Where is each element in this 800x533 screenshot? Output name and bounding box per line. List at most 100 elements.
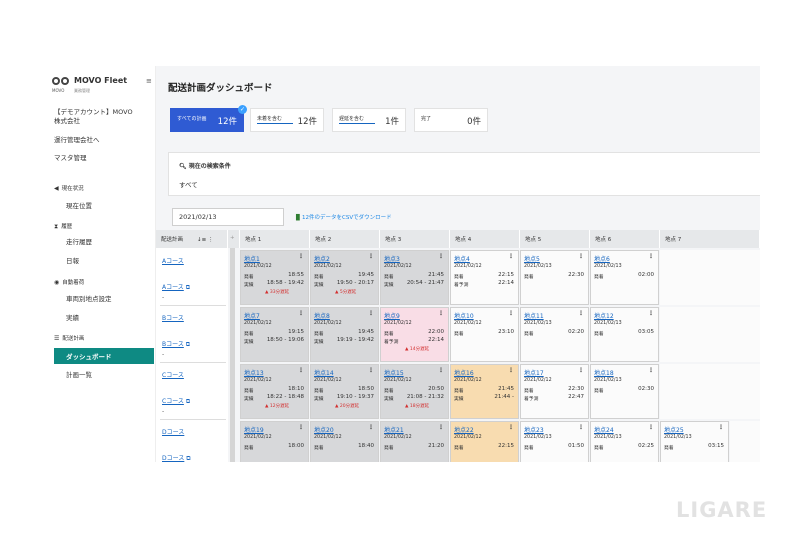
point-cell[interactable]: 地点14 ⋮ 2021/02/12 発着 18:50 実績 19:10 - 19:37 ▲ 2… [310, 364, 379, 419]
point-cell[interactable]: 地点10 ⋮ 2021/02/12 発着 23:10 [450, 307, 519, 362]
point-cell[interactable]: 地点21 ⋮ 2021/02/12 発着 21:20 [380, 421, 449, 462]
point-link[interactable]: 地点15 [384, 368, 404, 377]
more-options-icon[interactable]: ⋮ [298, 310, 304, 317]
point-link[interactable]: 地点5 [524, 254, 540, 263]
more-options-icon[interactable]: ⋮ [578, 367, 584, 374]
point-link[interactable]: 地点19 [244, 425, 264, 434]
sidebar-item-location[interactable]: 現在位置 [66, 202, 92, 211]
point-link[interactable]: 地点18 [594, 368, 614, 377]
point-cell[interactable]: 地点2 ⋮ 2021/02/12 発着 19:45 実績 19:50 - 20:17 ▲ 5分… [310, 250, 379, 305]
point-link[interactable]: 地点9 [384, 311, 400, 320]
more-options-icon[interactable]: ⋮ [648, 424, 654, 431]
tab-not-arrived[interactable]: 未着を含む 12件 [250, 108, 324, 132]
more-options-icon[interactable]: ⋮ [508, 424, 514, 431]
point-link[interactable]: 地点25 [664, 425, 684, 434]
point-cell[interactable]: 地点9 ⋮ 2021/02/12 発着 22:00 着予測 22:14 ▲ 14分遅延 [380, 307, 449, 362]
more-options-icon[interactable]: ⋮ [368, 367, 374, 374]
point-link[interactable]: 地点22 [454, 425, 474, 434]
point-link[interactable]: 地点8 [314, 311, 330, 320]
course-link[interactable]: Bコース [162, 313, 184, 322]
point-cell[interactable]: 地点24 ⋮ 2021/02/13 発着 02:25 [590, 421, 659, 462]
sidebar-item-dashboard[interactable]: ダッシュボード [54, 348, 154, 364]
point-cell[interactable]: 地点17 ⋮ 2021/02/12 発着 22:30 着予測 22:47 [520, 364, 589, 419]
point-link[interactable]: 地点24 [594, 425, 614, 434]
sidebar-section-history[interactable]: ⧗ 履歴 [54, 222, 72, 232]
vehicle-link[interactable]: Aコース ⧉ [162, 282, 190, 292]
point-cell[interactable]: 地点20 ⋮ 2021/02/12 発着 18:40 [310, 421, 379, 462]
more-options-icon[interactable]: ⋮ [368, 424, 374, 431]
date-field[interactable]: 2021/02/13 [172, 208, 284, 226]
more-options-icon[interactable]: ⋮ [298, 367, 304, 374]
more-options-icon[interactable]: ⋮ [578, 253, 584, 260]
more-options-icon[interactable]: ⋮ [508, 367, 514, 374]
more-options-icon[interactable]: ⋮ [718, 424, 724, 431]
point-link[interactable]: 地点13 [244, 368, 264, 377]
course-link[interactable]: Cコース [162, 370, 184, 379]
course-link[interactable]: Aコース [162, 256, 184, 265]
sidebar-item-vehicle-points[interactable]: 車両別地点設定 [66, 295, 112, 304]
point-cell[interactable]: 地点12 ⋮ 2021/02/13 発着 03:05 [590, 307, 659, 362]
more-options-icon[interactable]: ⋮ [298, 424, 304, 431]
more-options-icon[interactable]: ⋮ [298, 253, 304, 260]
more-options-icon[interactable]: ⋮ [648, 310, 654, 317]
point-link[interactable]: 地点2 [314, 254, 330, 263]
point-cell[interactable]: 地点5 ⋮ 2021/02/13 発着 22:30 [520, 250, 589, 305]
point-link[interactable]: 地点3 [384, 254, 400, 263]
point-cell[interactable]: 地点8 ⋮ 2021/02/12 発着 19:45 実績 19:19 - 19:42 [310, 307, 379, 362]
more-options-icon[interactable]: ⋮ [438, 310, 444, 317]
vehicle-link[interactable]: Cコース ⧉ [162, 396, 190, 406]
more-options-icon[interactable]: ⋮ [578, 310, 584, 317]
point-link[interactable]: 地点12 [594, 311, 614, 320]
point-cell[interactable]: 地点11 ⋮ 2021/02/13 発着 02:20 [520, 307, 589, 362]
sort-icon[interactable]: ↓≡ ⋮ [197, 237, 213, 243]
tab-delayed[interactable]: 遅延を含む 1件 [332, 108, 406, 132]
sidebar-item-results[interactable]: 実績 [66, 314, 79, 323]
more-options-icon[interactable]: ⋮ [438, 424, 444, 431]
sidebar-section-delivery-plan[interactable]: ☰ 配送計画 [54, 334, 84, 344]
more-options-icon[interactable]: ⋮ [438, 253, 444, 260]
course-link[interactable]: Dコース [162, 427, 184, 436]
csv-download-link[interactable]: ▉ 12件のデータをCSVでダウンロード [296, 213, 392, 221]
more-options-icon[interactable]: ⋮ [648, 253, 654, 260]
more-options-icon[interactable]: ⋮ [648, 367, 654, 374]
point-cell[interactable]: 地点23 ⋮ 2021/02/13 発着 01:50 [520, 421, 589, 462]
point-link[interactable]: 地点21 [384, 425, 404, 434]
sidebar-section-auto-arrival[interactable]: ◉ 自動着荷 [54, 278, 84, 288]
sidebar-item-operator[interactable]: 運行管理会社へ [54, 136, 100, 145]
more-options-icon[interactable]: ⋮ [508, 253, 514, 260]
sidebar-item-daily-report[interactable]: 日報 [66, 257, 79, 266]
vehicle-link[interactable]: Dコース ⧉ [162, 453, 191, 462]
more-options-icon[interactable]: ⋮ [368, 253, 374, 260]
point-link[interactable]: 地点14 [314, 368, 334, 377]
point-link[interactable]: 地点11 [524, 311, 544, 320]
point-link[interactable]: 地点23 [524, 425, 544, 434]
menu-toggle-icon[interactable]: ≡ [146, 77, 152, 85]
course-header[interactable]: 配送計画 ↓≡ ⋮ [156, 230, 228, 248]
point-cell[interactable]: 地点16 ⋮ 2021/02/12 発着 21:45 実績 21:44 - [450, 364, 519, 419]
point-cell[interactable]: 地点15 ⋮ 2021/02/12 発着 20:50 実績 21:08 - 21:32 ▲ 1… [380, 364, 449, 419]
point-cell[interactable]: 地点4 ⋮ 2021/02/12 発着 22:15 着予測 22:14 [450, 250, 519, 305]
point-cell[interactable]: 地点6 ⋮ 2021/02/13 発着 02:00 [590, 250, 659, 305]
point-link[interactable]: 地点17 [524, 368, 544, 377]
point-link[interactable]: 地点10 [454, 311, 474, 320]
point-cell[interactable]: 地点22 ⋮ 2021/02/12 発着 22:15 [450, 421, 519, 462]
point-link[interactable]: 地点16 [454, 368, 474, 377]
point-link[interactable]: 地点20 [314, 425, 334, 434]
more-options-icon[interactable]: ⋮ [368, 310, 374, 317]
tab-all-plans[interactable]: すべての計画 12件 ✓ [170, 105, 247, 132]
app-logo[interactable]: MOVO Fleet MOVO 業務管理 [52, 74, 156, 96]
add-column-icon[interactable]: + [228, 230, 240, 248]
point-cell[interactable]: 地点25 ⋮ 2021/02/13 発着 03:15 [660, 421, 729, 462]
sidebar-item-drive-history[interactable]: 走行履歴 [66, 238, 92, 247]
more-options-icon[interactable]: ⋮ [508, 310, 514, 317]
point-cell[interactable]: 地点13 ⋮ 2021/02/12 発着 18:10 実績 18:22 - 18:48 ▲ 1… [240, 364, 309, 419]
point-cell[interactable]: 地点1 ⋮ 2021/02/12 発着 18:55 実績 18:58 - 19:42 ▲ 33… [240, 250, 309, 305]
point-cell[interactable]: 地点3 ⋮ 2021/02/12 発着 21:45 実績 20:54 - 21:47 [380, 250, 449, 305]
scrollbar[interactable] [230, 248, 235, 462]
point-cell[interactable]: 地点7 ⋮ 2021/02/12 発着 19:15 実績 18:50 - 19:06 [240, 307, 309, 362]
sidebar-item-master[interactable]: マスタ管理 [54, 154, 87, 163]
point-cell[interactable]: 地点18 ⋮ 2021/02/13 発着 02:30 [590, 364, 659, 419]
point-link[interactable]: 地点1 [244, 254, 260, 263]
more-options-icon[interactable]: ⋮ [578, 424, 584, 431]
vehicle-link[interactable]: Bコース ⧉ [162, 339, 190, 349]
